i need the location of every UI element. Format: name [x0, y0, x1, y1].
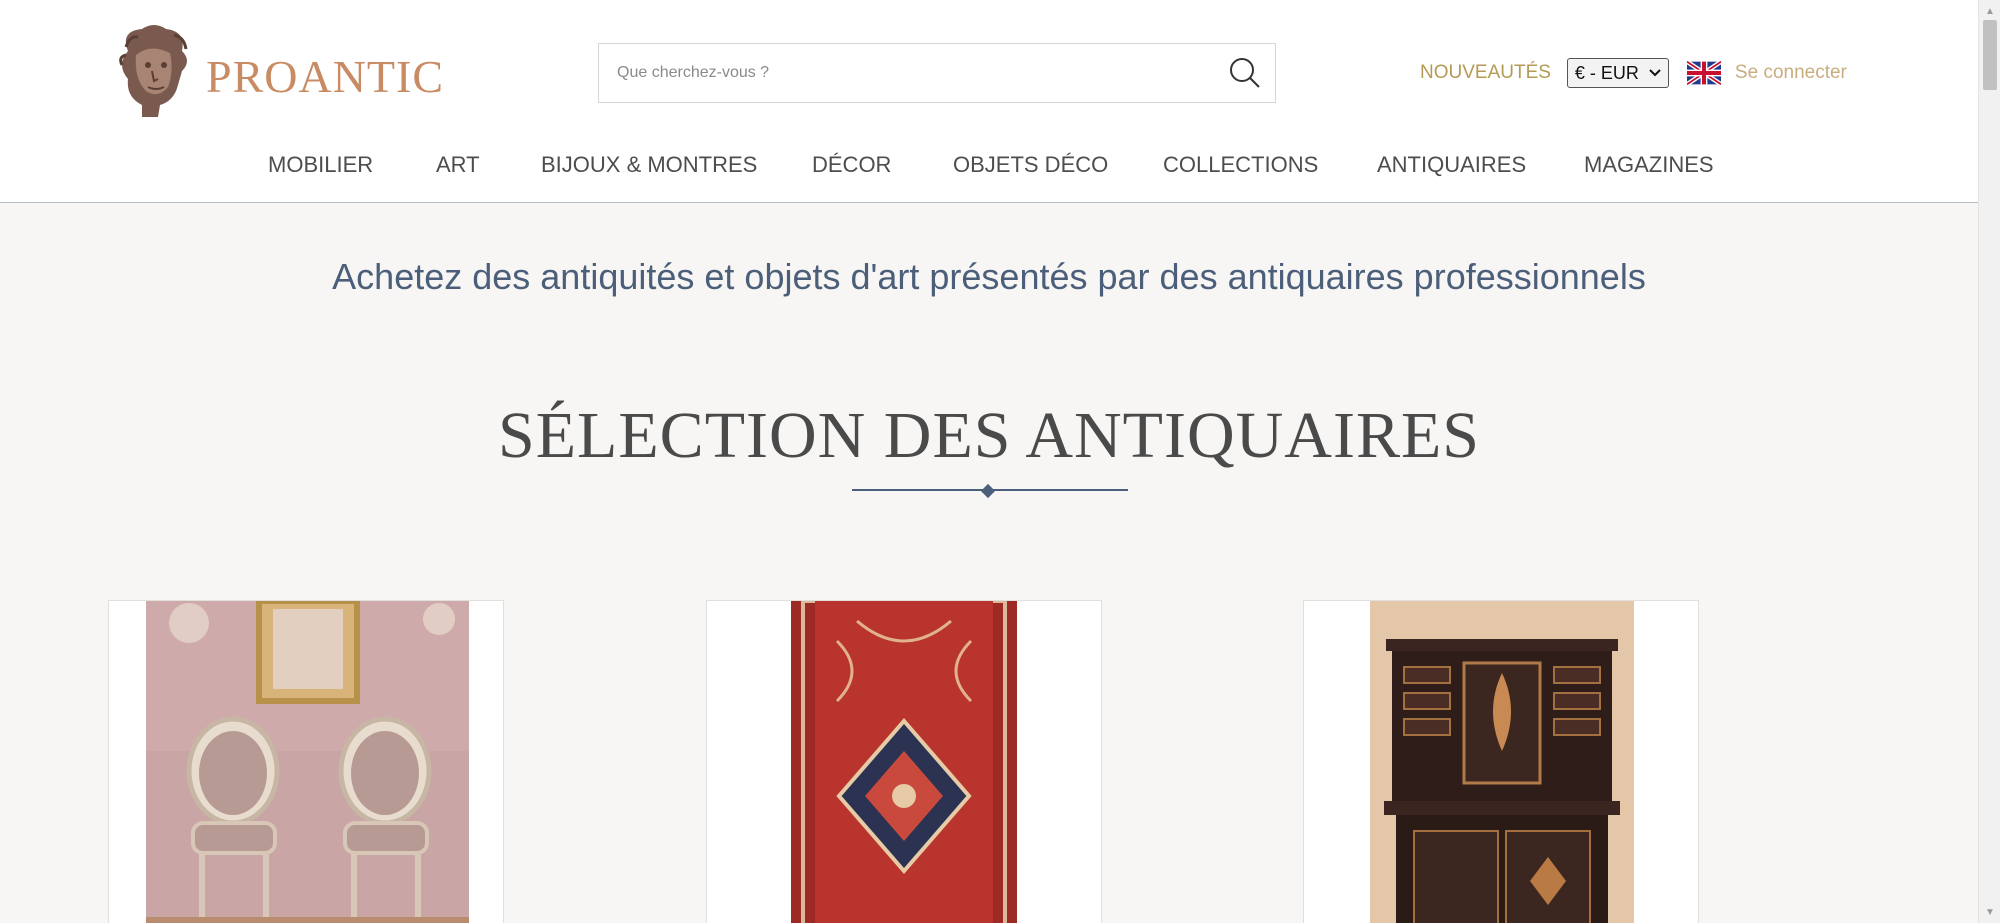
new-arrivals-link[interactable]: NOUVEAUTÉS: [1420, 62, 1551, 84]
uk-flag-icon[interactable]: [1686, 61, 1721, 85]
nav-item-bijoux-montres[interactable]: BIJOUX & MONTRES: [541, 152, 757, 178]
chevron-down-icon: [1649, 69, 1661, 77]
scroll-up-icon[interactable]: ▲: [1979, 2, 2000, 20]
product-card-rug[interactable]: [706, 600, 1102, 923]
brand-logo[interactable]: PROANTIC: [108, 21, 456, 123]
search-button[interactable]: [1215, 44, 1275, 102]
currency-value: € - EUR: [1574, 62, 1639, 83]
nav-item-magazines[interactable]: MAGAZINES: [1584, 152, 1714, 178]
nav-item-collections[interactable]: COLLECTIONS: [1163, 152, 1318, 178]
section-title: SÉLECTION DES ANTIQUAIRES: [498, 399, 1480, 472]
nav-item-mobilier[interactable]: MOBILIER: [268, 152, 373, 178]
nav-item-art[interactable]: ART: [436, 152, 480, 178]
nav-item-decor[interactable]: DÉCOR: [812, 152, 891, 178]
product-card-cabinet[interactable]: [1303, 600, 1699, 923]
scroll-down-icon[interactable]: ▼: [1979, 903, 2000, 921]
scroll-thumb[interactable]: [1983, 20, 1997, 90]
search-input[interactable]: [599, 44, 1215, 102]
bust-logo-icon: [108, 21, 198, 123]
title-divider-diamond: [980, 483, 996, 499]
main-nav: MOBILIER ART BIJOUX & MONTRES DÉCOR OBJE…: [108, 124, 1848, 202]
product-grid: [108, 600, 1848, 923]
product-image-chairs: [109, 601, 503, 923]
nav-item-objets-deco[interactable]: OBJETS DÉCO: [953, 152, 1108, 178]
search-bar: [598, 43, 1276, 103]
brand-name: PROANTIC: [206, 50, 445, 102]
page-scrollbar[interactable]: ▲ ▼: [1978, 0, 2000, 923]
login-link[interactable]: Se connecter: [1735, 62, 1847, 84]
product-image-rug: [707, 601, 1101, 923]
tagline: Achetez des antiquités et objets d'art p…: [332, 256, 1646, 297]
currency-select[interactable]: € - EUR: [1566, 58, 1669, 88]
header-links: NOUVEAUTÉS € - EUR Se connecter: [1420, 56, 1847, 90]
search-icon: [1230, 58, 1260, 88]
site-header: PROANTIC NOUVEAUTÉS € - EUR Se connecter: [0, 0, 1978, 203]
nav-item-antiquaires[interactable]: ANTIQUAIRES: [1377, 152, 1526, 178]
product-image-cabinet: [1304, 601, 1698, 923]
product-card-chairs[interactable]: [108, 600, 504, 923]
